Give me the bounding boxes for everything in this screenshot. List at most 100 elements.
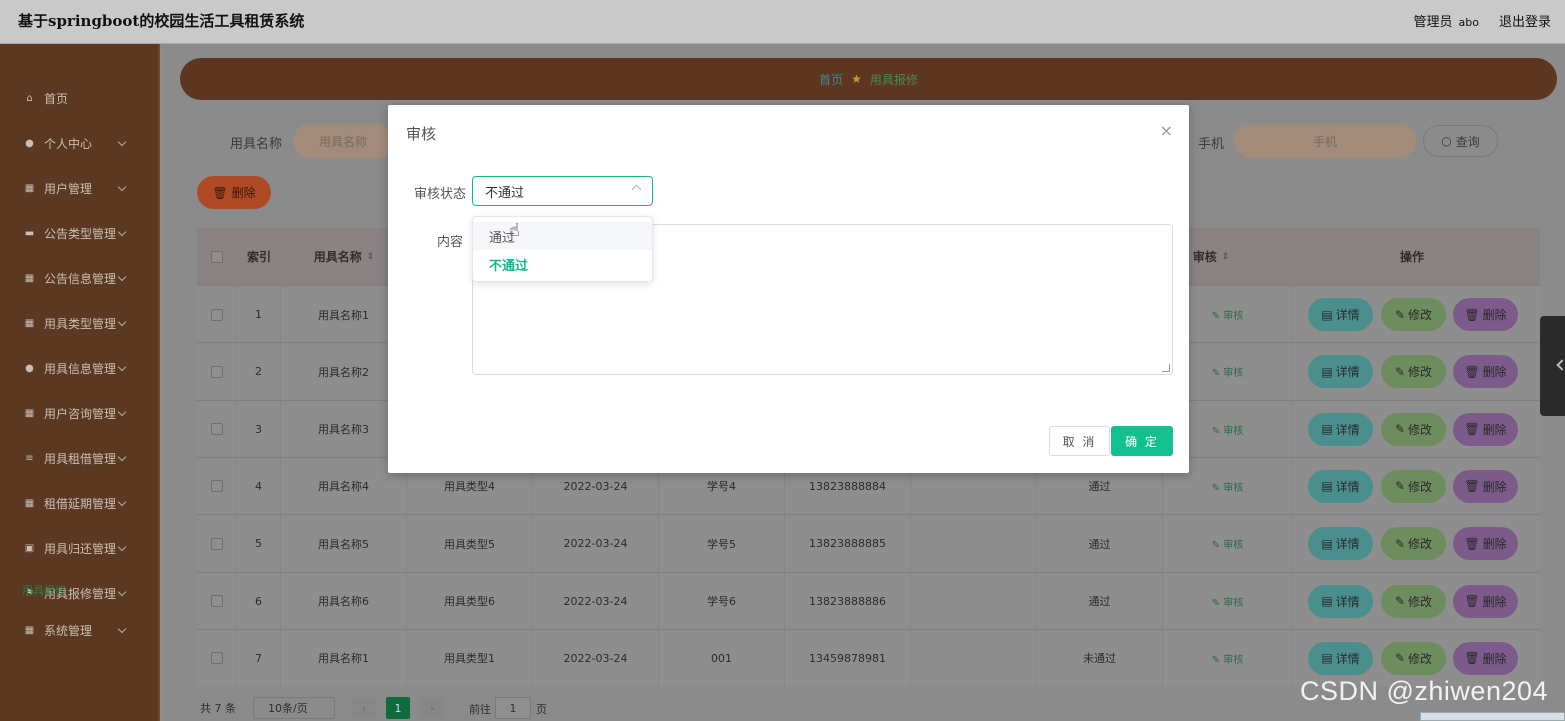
sidebar-item-label: 用具类型管理: [44, 316, 117, 331]
row-checkbox[interactable]: [210, 537, 223, 550]
sidebar-item-label: 用户管理: [44, 181, 93, 196]
audit-cell: ✎ 审核: [1163, 572, 1293, 630]
page-suffix: 页: [536, 703, 547, 716]
side-drawer-toggle[interactable]: [1540, 316, 1565, 416]
current-page-button[interactable]: 1: [386, 697, 410, 719]
audit-link[interactable]: ✎ 审核: [1212, 364, 1244, 379]
sidebar-item-home[interactable]: ⌂ 首页: [0, 83, 160, 113]
action-label: 修改: [1408, 308, 1433, 322]
row-delete-button[interactable]: 🗑 删除: [1453, 527, 1518, 561]
grid-icon: ▦: [24, 182, 35, 194]
row-checkbox[interactable]: [210, 308, 223, 321]
row-checkbox[interactable]: [210, 365, 223, 378]
sidebar-item-system[interactable]: ▦ 系统管理: [0, 615, 160, 645]
next-page-button[interactable]: ›: [420, 697, 444, 719]
prev-page-button[interactable]: ‹: [352, 697, 376, 719]
sidebar-item-label: 租借延期管理: [44, 496, 117, 511]
row-checkbox[interactable]: [210, 480, 223, 493]
sidebar-subitem-repair[interactable]: 用具报修: [22, 582, 66, 598]
action-label: 详情: [1335, 537, 1360, 552]
cell-type: 用具类型1: [407, 629, 533, 687]
list-icon: ≡: [25, 452, 34, 464]
sidebar-item-label: 首页: [44, 91, 69, 106]
star-icon: ★: [851, 72, 862, 86]
audit-link[interactable]: ✎ 审核: [1212, 536, 1244, 551]
sort-icon[interactable]: ⇕: [367, 252, 375, 262]
edit-button[interactable]: ✎ 修改: [1381, 412, 1446, 446]
query-button[interactable]: ○ 查询: [1423, 125, 1498, 157]
goto-page-input[interactable]: 1: [495, 697, 531, 719]
breadcrumb-home[interactable]: 首页: [819, 71, 843, 88]
sidebar-item-label: 用具租借管理: [44, 451, 117, 466]
row-delete-button[interactable]: 🗑 删除: [1453, 641, 1518, 675]
audit-link[interactable]: ✎ 审核: [1212, 422, 1244, 437]
goto-label: 前往: [469, 703, 491, 716]
cell-status: 未通过: [1037, 629, 1163, 687]
row-checkbox[interactable]: [210, 423, 223, 436]
close-icon[interactable]: ×: [1160, 121, 1173, 140]
detail-button[interactable]: ▤ 详情: [1308, 527, 1373, 561]
edit-button[interactable]: ✎ 修改: [1381, 641, 1446, 675]
sidebar-item-rental[interactable]: ≡ 用具租借管理: [0, 443, 160, 473]
cancel-button[interactable]: 取 消: [1049, 426, 1110, 456]
grid-icon: ▦: [24, 407, 35, 419]
sidebar-item-notices[interactable]: ▦ 公告信息管理: [0, 263, 160, 293]
sidebar-item-tools[interactable]: ● 用具信息管理: [0, 353, 160, 383]
grid-icon: ▦: [24, 317, 35, 329]
document-icon: ▤: [1321, 651, 1333, 666]
action-label: 修改: [1408, 651, 1433, 666]
option-fail[interactable]: 不通过: [473, 250, 652, 278]
detail-button[interactable]: ▤ 详情: [1308, 641, 1373, 675]
row-delete-button[interactable]: 🗑 删除: [1453, 298, 1518, 331]
sidebar-item-extension[interactable]: ▦ 租借延期管理: [0, 488, 160, 518]
document-icon: ▤: [1321, 479, 1333, 494]
detail-button[interactable]: ▤ 详情: [1308, 355, 1373, 389]
breadcrumb-current: 用具报修: [869, 72, 918, 87]
search-name-input[interactable]: 用具名称: [293, 124, 393, 158]
audit-link[interactable]: ✎ 审核: [1212, 651, 1244, 666]
sidebar-item-label: 用具归还管理: [44, 541, 117, 556]
row-delete-button[interactable]: 🗑 删除: [1453, 355, 1518, 389]
trash-icon: 🗑: [1464, 479, 1480, 494]
select-all-checkbox[interactable]: [211, 250, 223, 263]
row-delete-button[interactable]: 🗑 删除: [1453, 469, 1518, 503]
page-size-select[interactable]: 10条/页: [253, 697, 335, 719]
sidebar-item-notice-types[interactable]: ▬ 公告类型管理: [0, 218, 160, 248]
row-delete-button[interactable]: 🗑 删除: [1453, 412, 1518, 446]
detail-button[interactable]: ▤ 详情: [1308, 412, 1373, 446]
search-phone-input[interactable]: 手机: [1234, 124, 1416, 158]
status-select[interactable]: 不通过: [472, 176, 653, 206]
sort-icon[interactable]: ⇕: [1222, 252, 1230, 262]
detail-button[interactable]: ▤ 详情: [1308, 469, 1373, 503]
edit-button[interactable]: ✎ 修改: [1381, 355, 1446, 389]
confirm-button[interactable]: 确 定: [1111, 426, 1173, 456]
detail-button[interactable]: ▤ 详情: [1308, 298, 1373, 331]
sidebar-item-consult[interactable]: ▦ 用户咨询管理: [0, 398, 160, 428]
edit-button[interactable]: ✎ 修改: [1381, 469, 1446, 503]
chevron-left-icon: [1556, 359, 1565, 371]
edit-button[interactable]: ✎ 修改: [1381, 584, 1446, 618]
row-checkbox[interactable]: [210, 595, 223, 607]
row-checkbox[interactable]: [210, 652, 223, 665]
chevron-down-icon: [117, 272, 127, 282]
empty-cell: [911, 629, 1037, 687]
row-delete-button[interactable]: 🗑 删除: [1453, 584, 1518, 618]
edit-button[interactable]: ✎ 修改: [1381, 527, 1446, 561]
audit-link[interactable]: ✎ 审核: [1212, 307, 1244, 322]
audit-link[interactable]: ✎ 审核: [1212, 479, 1244, 494]
sidebar-item-personal[interactable]: ● 个人中心: [0, 128, 160, 158]
resize-handle[interactable]: [1162, 364, 1170, 372]
logout-link[interactable]: 退出登录: [1499, 11, 1551, 30]
chevron-down-icon: [117, 587, 127, 597]
sidebar-item-return[interactable]: ▣ 用具归还管理: [0, 533, 160, 563]
action-label: 详情: [1335, 308, 1360, 322]
option-pass[interactable]: 通过: [473, 222, 652, 250]
action-label: 删除: [1482, 651, 1507, 666]
sidebar-item-users[interactable]: ▦ 用户管理: [0, 173, 160, 203]
detail-button[interactable]: ▤ 详情: [1308, 584, 1373, 618]
audit-link[interactable]: ✎ 审核: [1212, 594, 1244, 609]
sidebar-item-tool-types[interactable]: ▦ 用具类型管理: [0, 308, 160, 338]
checkbox-cell: [197, 457, 237, 515]
edit-button[interactable]: ✎ 修改: [1381, 298, 1446, 331]
batch-delete-button[interactable]: 🗑 删除: [197, 176, 271, 209]
